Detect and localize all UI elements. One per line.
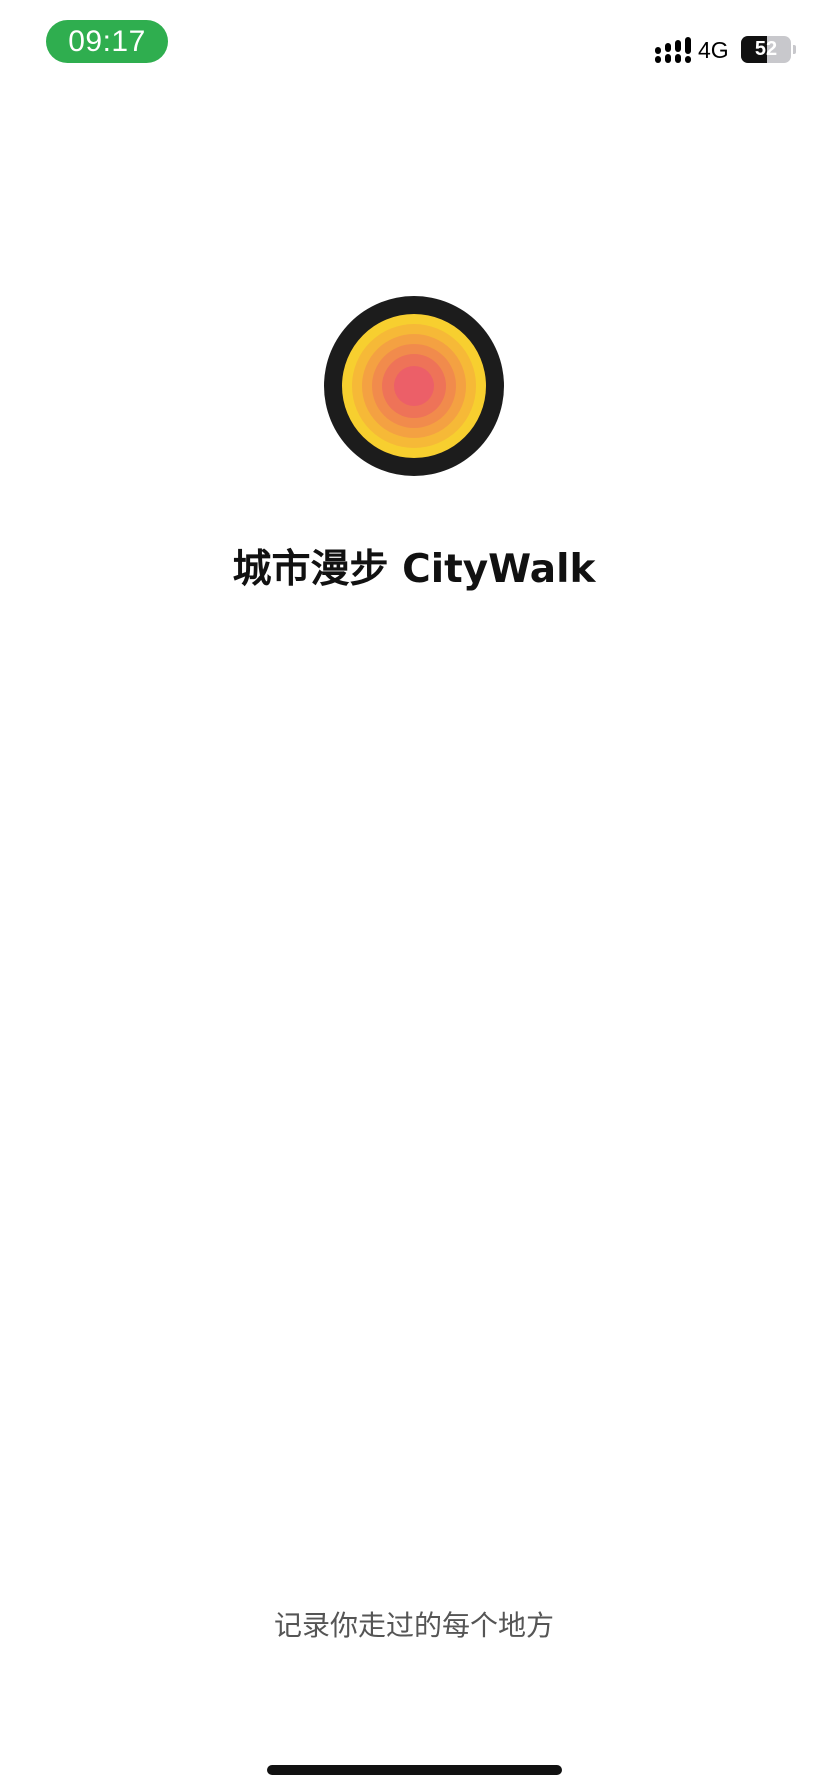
concentric-circles-logo-icon [324, 296, 504, 476]
battery-level: 52 [754, 38, 778, 60]
tagline: 记录你走过的每个地方 [273, 1609, 554, 1642]
network-type: 4G [698, 37, 729, 63]
cellular-signal-icon [655, 37, 691, 63]
app-title: 城市漫步 CityWalk [232, 547, 596, 592]
status-time[interactable]: 09:17 [46, 20, 168, 63]
logo-ring-6 [394, 366, 434, 406]
status-bar: 09:17 4G 52 [0, 0, 828, 100]
battery-icon: 52 [741, 36, 791, 63]
battery-cap [793, 45, 796, 54]
home-indicator[interactable] [267, 1765, 562, 1775]
